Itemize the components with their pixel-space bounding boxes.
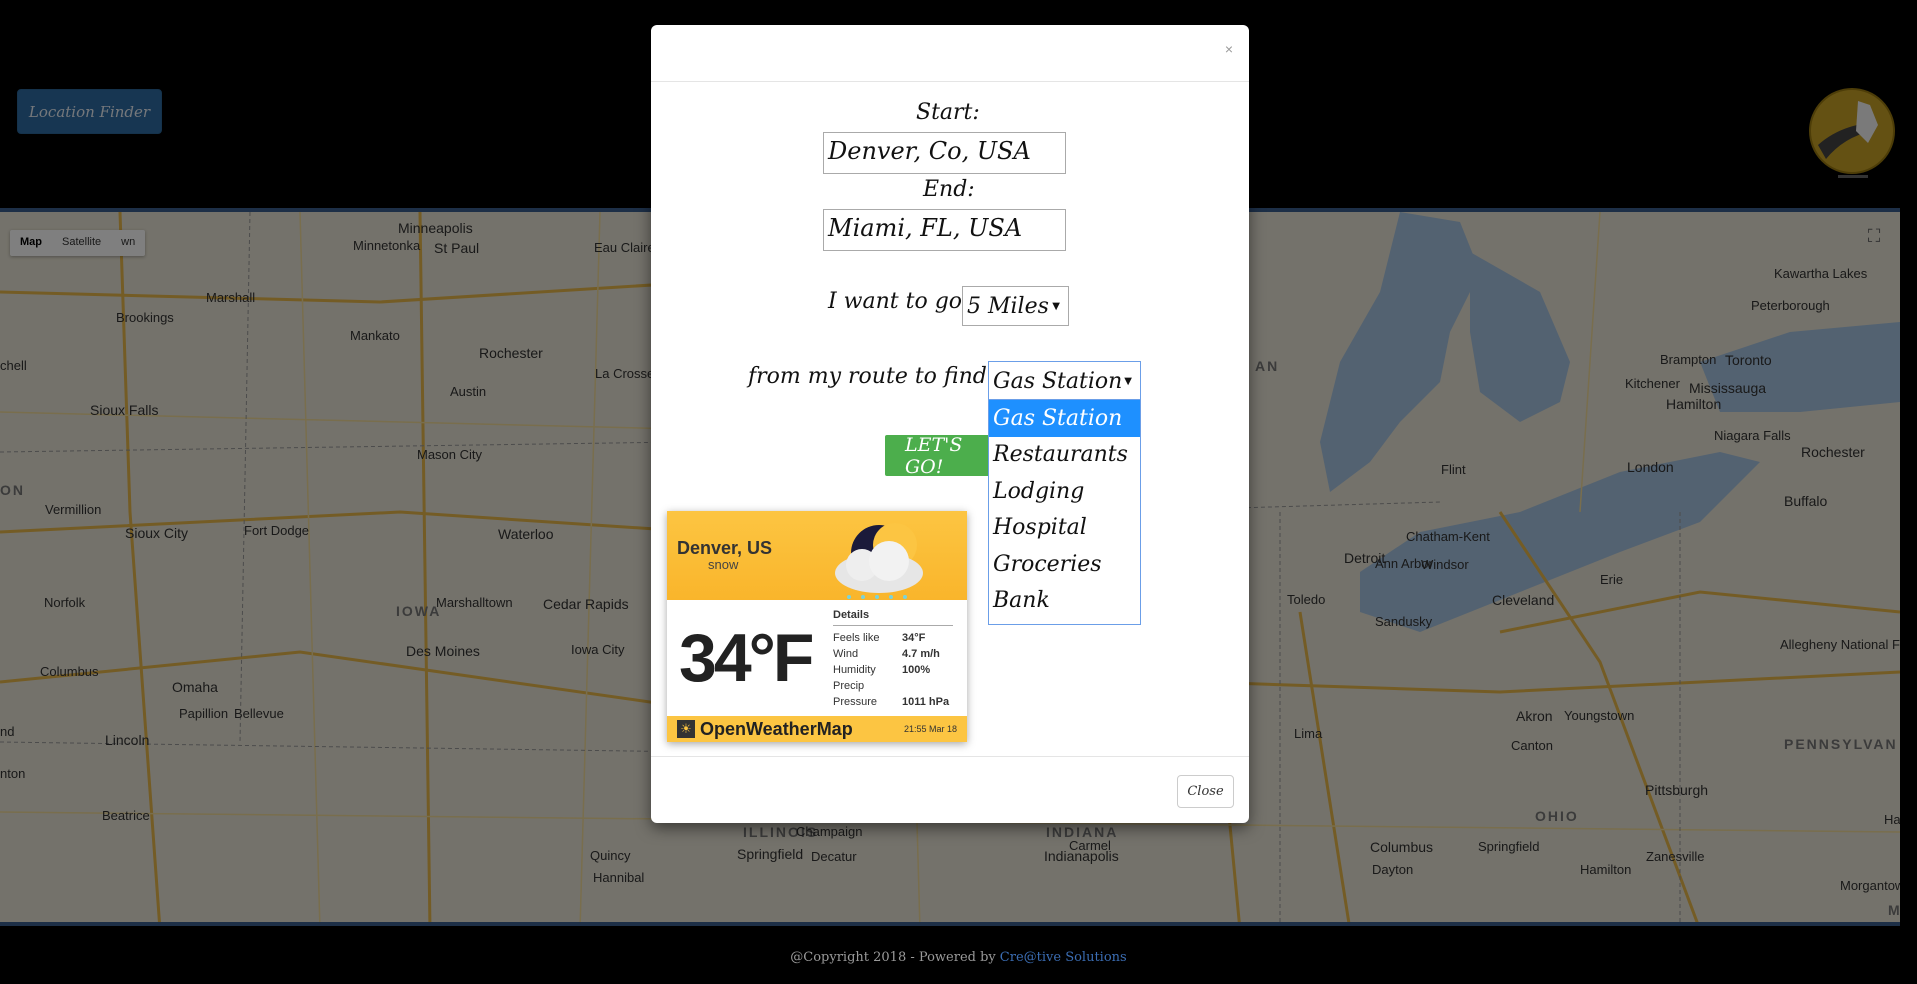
chevron-down-icon: ▼ <box>1052 300 1060 312</box>
place-type-dropdown: Gas Station Restaurants Lodging Hospital… <box>988 399 1141 625</box>
distance-select[interactable]: 5 Miles ▼ <box>962 286 1069 326</box>
footer: @Copyright 2018 - Powered by Cre@tive So… <box>0 930 1917 984</box>
weather-detail-row: Precip <box>833 678 953 694</box>
footer-brand-link[interactable]: Cre@tive Solutions <box>1000 950 1127 965</box>
dropdown-option-gas-station[interactable]: Gas Station <box>989 400 1140 437</box>
weather-temperature: 34°F <box>679 620 814 696</box>
place-type-select-value: Gas Station <box>993 368 1123 394</box>
weather-detail-row: Pressure 1011 hPa <box>833 694 953 710</box>
route-modal: × Start: Denver, Co, USA End: Miami, FL,… <box>651 25 1249 823</box>
modal-header: × <box>651 25 1249 82</box>
detail-label: Pressure <box>833 696 878 708</box>
app-root: Location Finder <box>0 0 1917 984</box>
place-type-select[interactable]: Gas Station ▼ <box>988 361 1141 401</box>
start-input[interactable]: Denver, Co, USA <box>823 132 1066 174</box>
weather-details: Details Feels like 34°F Wind 4.7 m/h Humid… <box>833 609 953 710</box>
copyright-text: @Copyright 2018 - Powered by <box>790 949 996 965</box>
detail-label: Feels like <box>833 632 880 644</box>
weather-footer: ☀ OpenWeatherMap 21:55 Mar 18 <box>667 716 967 742</box>
detail-value: 100% <box>902 664 931 676</box>
weather-details-title: Details <box>833 609 953 626</box>
distance-select-value: 5 Miles <box>967 293 1049 319</box>
dropdown-option-hospital[interactable]: Hospital <box>989 510 1140 547</box>
modal-close-icon[interactable]: × <box>1225 41 1233 57</box>
page-scrollbar[interactable] <box>1900 0 1917 984</box>
weather-header: Denver, US snow <box>667 511 967 600</box>
weather-timestamp: 21:55 Mar 18 <box>903 724 957 734</box>
snow-night-icon <box>835 523 923 599</box>
start-label: Start: <box>916 100 980 125</box>
weather-detail-row: Wind 4.7 m/h <box>833 646 953 662</box>
detail-label: Precip <box>833 680 865 692</box>
detail-value: 34°F <box>902 632 926 644</box>
dropdown-option-groceries[interactable]: Groceries <box>989 546 1140 583</box>
weather-detail-row: Feels like 34°F <box>833 630 953 646</box>
dropdown-option-bank[interactable]: Bank <box>989 583 1140 620</box>
distance-prefix-label: I want to go <box>828 289 963 314</box>
detail-value: 4.7 m/h <box>902 648 940 660</box>
find-prefix-label: from my route to find <box>748 364 987 389</box>
detail-label: Humidity <box>833 664 876 676</box>
chevron-down-icon: ▼ <box>1124 375 1132 387</box>
detail-label: Wind <box>833 648 859 660</box>
end-input[interactable]: Miami, FL, USA <box>823 209 1066 251</box>
modal-footer: Close <box>651 756 1249 823</box>
weather-brand-link[interactable]: OpenWeatherMap <box>700 719 853 740</box>
weather-widget: Denver, US snow 34°F Details Feels like … <box>667 511 967 742</box>
detail-value: 1011 hPa <box>902 696 950 708</box>
dropdown-option-lodging[interactable]: Lodging <box>989 473 1140 510</box>
lets-go-button[interactable]: LET'S GO! <box>885 434 993 478</box>
sun-icon: ☀ <box>677 720 695 738</box>
weather-detail-row: Humidity 100% <box>833 662 953 678</box>
close-button[interactable]: Close <box>1177 775 1234 808</box>
dropdown-option-restaurants[interactable]: Restaurants <box>989 437 1140 474</box>
weather-description: snow <box>708 557 739 572</box>
weather-city: Denver, US <box>677 538 773 558</box>
end-label: End: <box>923 177 975 202</box>
